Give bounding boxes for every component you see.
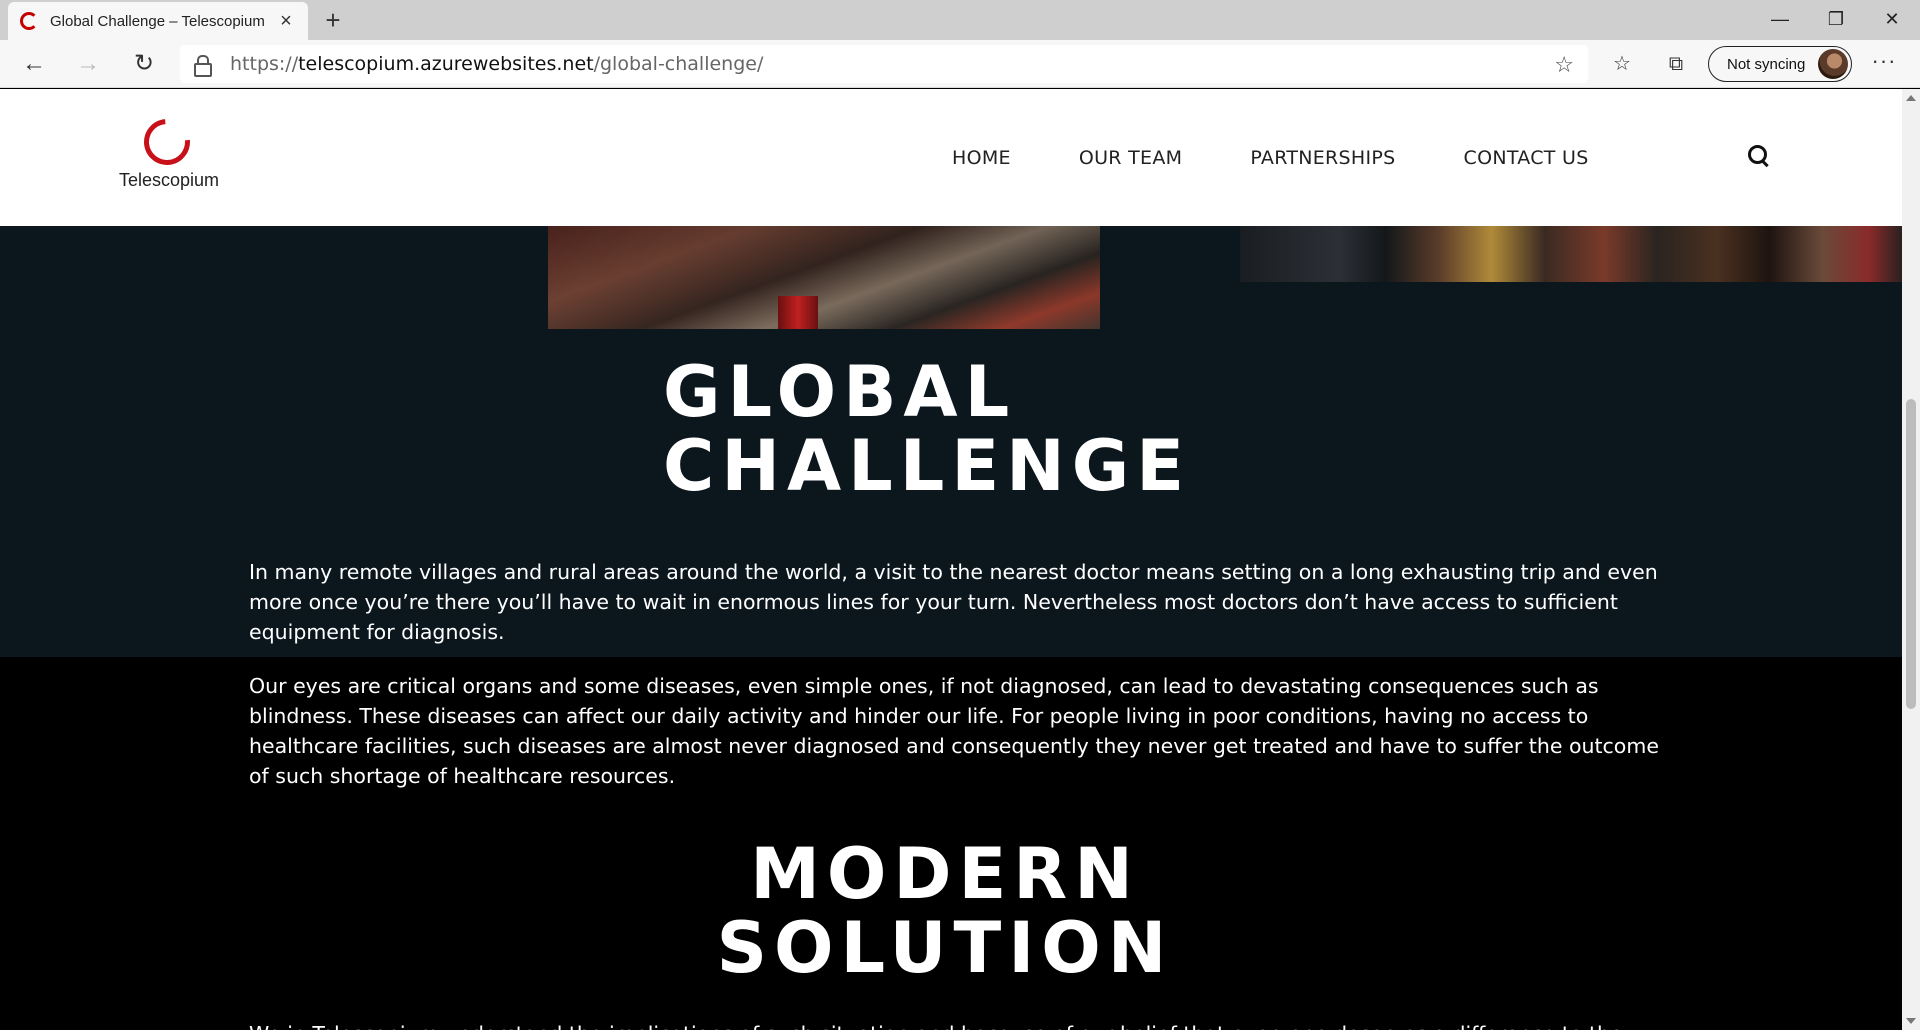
- scroll-down-icon[interactable]: [1906, 1018, 1916, 1024]
- restore-button[interactable]: ❐: [1808, 0, 1864, 40]
- solution-paragraph: We in Telescopium understand the implica…: [249, 1019, 1669, 1030]
- scroll-up-icon[interactable]: [1906, 95, 1916, 101]
- forward-button[interactable]: →: [70, 46, 106, 82]
- modern-solution-heading: MODERN SOLUTION: [716, 833, 1174, 989]
- photo-village-structure: [548, 226, 1100, 329]
- close-window-button[interactable]: ✕: [1864, 0, 1920, 40]
- logo-ring-icon: [134, 109, 200, 175]
- more-options-icon[interactable]: ···: [1866, 46, 1902, 82]
- nav-partnerships[interactable]: PARTNERSHIPS: [1250, 147, 1395, 169]
- scrollbar-thumb[interactable]: [1906, 399, 1916, 709]
- page-scrollbar[interactable]: [1902, 89, 1920, 1030]
- refresh-button[interactable]: ↻: [126, 46, 162, 82]
- tab-title: Global Challenge – Telescopium: [50, 12, 265, 30]
- global-challenge-heading: GLOBAL CHALLENGE: [663, 351, 1192, 507]
- lock-icon[interactable]: [194, 55, 212, 77]
- sync-label: Not syncing: [1727, 55, 1806, 73]
- logo-text: Telescopium: [118, 170, 220, 190]
- main-nav: HOME OUR TEAM PARTNERSHIPS CONTACT US: [952, 147, 1657, 169]
- browser-tab-bar: Global Challenge – Telescopium × + — ❐ ✕: [0, 0, 1920, 40]
- profile-avatar: [1818, 49, 1848, 79]
- nav-our-team[interactable]: OUR TEAM: [1079, 147, 1183, 169]
- new-tab-button[interactable]: +: [318, 6, 348, 36]
- minimize-button[interactable]: —: [1752, 0, 1808, 40]
- site-favicon-icon: [20, 12, 38, 30]
- browser-tab[interactable]: Global Challenge – Telescopium ×: [8, 2, 308, 40]
- intro-paragraph: In many remote villages and rural areas …: [249, 560, 1658, 644]
- collections-icon[interactable]: ⧉: [1658, 46, 1694, 82]
- photo-children: [1240, 226, 1902, 282]
- favorite-star-icon[interactable]: ☆: [1554, 52, 1574, 78]
- eyes-paragraph: Our eyes are critical organs and some di…: [249, 674, 1659, 788]
- sync-button[interactable]: Not syncing: [1708, 46, 1852, 82]
- nav-contact-us[interactable]: CONTACT US: [1464, 147, 1589, 169]
- back-button[interactable]: ←: [16, 46, 52, 82]
- browser-toolbar: ← → ↻ https://telescopium.azurewebsites.…: [0, 40, 1920, 88]
- page-viewport: Telescopium HOME OUR TEAM PARTNERSHIPS C…: [0, 89, 1902, 1030]
- url-text: https://telescopium.azurewebsites.net/gl…: [230, 53, 764, 75]
- favorites-icon[interactable]: ☆: [1604, 46, 1640, 82]
- address-bar[interactable]: https://telescopium.azurewebsites.net/gl…: [180, 45, 1588, 83]
- search-icon[interactable]: [1748, 145, 1770, 167]
- telescopium-logo[interactable]: Telescopium: [114, 109, 224, 199]
- close-tab-icon[interactable]: ×: [276, 10, 296, 33]
- site-header: Telescopium HOME OUR TEAM PARTNERSHIPS C…: [0, 89, 1902, 226]
- nav-home[interactable]: HOME: [952, 147, 1011, 169]
